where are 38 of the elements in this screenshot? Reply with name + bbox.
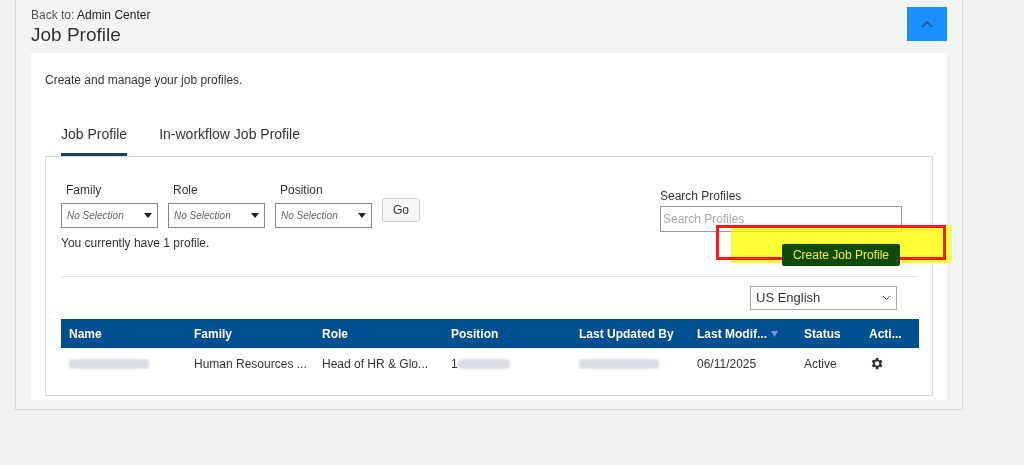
blurred-text: [457, 358, 510, 369]
admin-center-link[interactable]: Admin Center: [77, 8, 151, 22]
caret-icon: [144, 213, 152, 218]
chevron-icon: [921, 20, 933, 28]
filter-dropdown[interactable]: No Selection: [61, 203, 158, 228]
tab[interactable]: In-workflow Job Profile: [159, 124, 300, 156]
caret-icon: [251, 213, 259, 218]
column-header[interactable]: Status: [804, 324, 841, 343]
column-header[interactable]: Last Modif...: [697, 324, 767, 343]
table-cell-text: 06/11/2025: [697, 355, 757, 373]
tab[interactable]: Job Profile: [61, 124, 128, 156]
caret-icon: [358, 213, 366, 218]
filter-label: Family: [66, 182, 103, 199]
profile-count: You currently have 1 profile.: [61, 235, 211, 252]
create-job-profile-button[interactable]: Create Job Profile: [781, 244, 900, 266]
filter-label: Position: [280, 182, 324, 199]
search-field[interactable]: Search Profiles: [660, 206, 902, 232]
column-header[interactable]: Position: [451, 324, 499, 343]
gear-icon[interactable]: [869, 356, 884, 371]
table-cell-text: Active: [804, 355, 837, 373]
column-header[interactable]: Name: [69, 324, 102, 343]
table-cell-text: Human Resources ...: [194, 355, 307, 373]
filter-dropdown[interactable]: No Selection: [275, 203, 372, 228]
page-title: Job Profile: [31, 23, 122, 47]
language-dropdown[interactable]: US English: [750, 286, 897, 310]
table-cell-text: 1: [451, 355, 458, 373]
back-label: Back to:: [31, 8, 76, 22]
table-cell-text: Head of HR & Glo...: [322, 355, 429, 373]
intro-text: Create and manage your job profiles.: [45, 72, 244, 89]
go-button[interactable]: Go: [382, 198, 420, 222]
filter-dropdown[interactable]: No Selection: [168, 203, 265, 228]
column-header[interactable]: Role: [322, 324, 348, 343]
filter-label: Role: [173, 182, 199, 199]
search-label: Search Profiles: [660, 188, 743, 205]
column-header[interactable]: Last Updated By: [579, 324, 674, 343]
chevron-icon: [882, 295, 891, 301]
column-header[interactable]: Family: [194, 324, 232, 343]
column-header[interactable]: Acti...: [869, 324, 902, 343]
